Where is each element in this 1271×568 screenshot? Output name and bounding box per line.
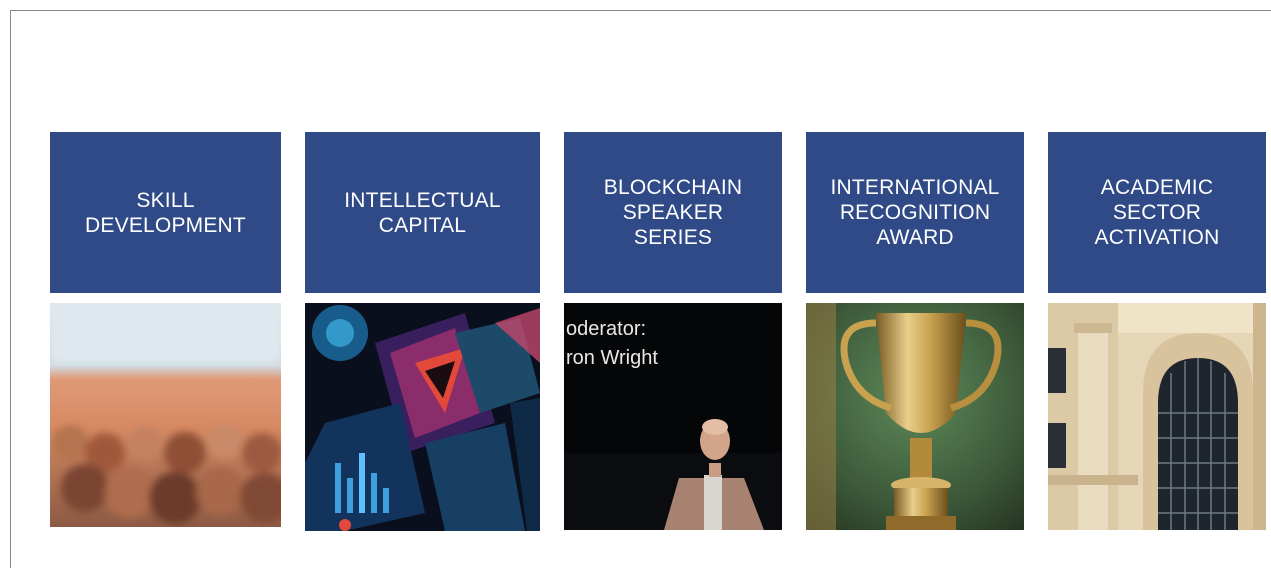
tile-line: INTELLECTUAL: [344, 188, 501, 212]
tile-line: SERIES: [633, 226, 713, 249]
tile-line: BLOCKCHAIN: [603, 176, 743, 199]
tile-blockchain-speaker-series[interactable]: BLOCKCHAIN SPEAKER SERIES: [564, 132, 782, 293]
tile-line: ACTIVATION: [1094, 226, 1220, 249]
tile-line: SPEAKER: [622, 201, 724, 224]
photo-university-building-arch[interactable]: [1048, 303, 1266, 530]
photo-audience-crowd[interactable]: [50, 303, 281, 527]
tile-intellectual-capital[interactable]: INTELLECTUAL CAPITAL: [305, 132, 540, 293]
tile-line: SECTOR: [1112, 201, 1202, 224]
tile-international-recognition-award[interactable]: INTERNATIONAL RECOGNITION AWARD: [806, 132, 1024, 293]
tile-academic-sector-activation[interactable]: ACADEMIC SECTOR ACTIVATION: [1048, 132, 1266, 293]
tile-skill-development[interactable]: SKILL DEVELOPMENT: [50, 132, 281, 293]
tile-line: INTERNATIONAL: [830, 176, 1000, 199]
tile-line: RECOGNITION: [839, 201, 991, 224]
tile-line: DEVELOPMENT: [85, 213, 246, 237]
tile-line: SKILL: [136, 188, 195, 212]
photo-speaker-on-stage[interactable]: oderator: ron Wright: [564, 303, 782, 530]
photo-gold-trophy[interactable]: [806, 303, 1024, 530]
caption-line: ron Wright: [566, 347, 658, 369]
speaker-caption: oderator: ron Wright: [566, 315, 658, 373]
caption-line: oderator:: [566, 318, 647, 340]
tile-line: ACADEMIC: [1100, 176, 1214, 199]
photo-digital-screens[interactable]: [305, 303, 540, 531]
tile-line: CAPITAL: [378, 213, 467, 237]
tile-line: AWARD: [876, 226, 954, 249]
